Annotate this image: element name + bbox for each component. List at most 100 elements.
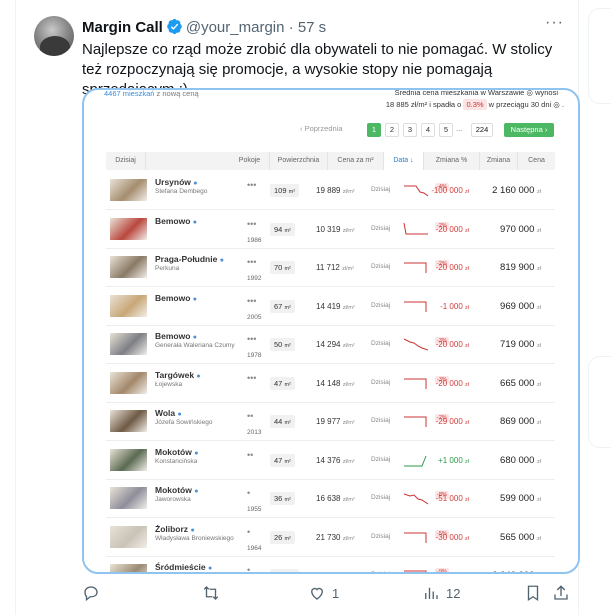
listing-area: 26 m² bbox=[270, 530, 295, 544]
column-header[interactable]: Powierzchnia bbox=[270, 152, 328, 170]
build-year: 1986 bbox=[247, 236, 262, 244]
listing-district[interactable]: Bemowo ● bbox=[155, 216, 197, 226]
listing-date: Dzisiaj bbox=[371, 301, 391, 309]
reply-button[interactable] bbox=[82, 584, 106, 602]
price-change: -20 000 zł bbox=[435, 263, 469, 272]
listing-thumbnail[interactable] bbox=[110, 256, 147, 278]
listing-thumbnail[interactable] bbox=[110, 294, 147, 317]
listing-district[interactable]: Bemowo ● bbox=[155, 331, 197, 341]
views-button[interactable]: 12 bbox=[422, 584, 460, 602]
listing-area: 50 m² bbox=[270, 338, 295, 351]
table-row[interactable]: Ursynów ● Stefana Dembego ••• 109 m² 19 889 … bbox=[106, 172, 555, 210]
previous-page-button[interactable]: ‹ Poprzednia bbox=[300, 124, 343, 133]
page-button[interactable]: 4 bbox=[421, 123, 435, 137]
table-row[interactable]: Mokotów ● Jaworowska • 1955 36 m² 16 638 zł/m… bbox=[106, 480, 555, 518]
timestamp[interactable]: 57 s bbox=[298, 19, 326, 36]
column-header[interactable]: Zmiana % bbox=[424, 152, 480, 170]
heart-icon bbox=[311, 587, 323, 600]
rooms-indicator: ••• bbox=[247, 218, 257, 229]
column-header[interactable]: Dzisiaj bbox=[106, 152, 146, 170]
share-icon bbox=[554, 585, 568, 600]
last-page-button[interactable]: 224 bbox=[471, 123, 493, 137]
views-chart-icon bbox=[425, 587, 438, 599]
table-row[interactable]: Bemowo ● Generała Waleriana Czumy ••• 1978 5… bbox=[106, 326, 555, 364]
price-per-sqm: 19 889 zł/m² bbox=[316, 186, 355, 195]
listing-district[interactable]: Śródmieście ● bbox=[155, 562, 212, 572]
avatar[interactable] bbox=[34, 16, 74, 56]
listing-date: Dzisiaj bbox=[371, 417, 391, 424]
listing-thumbnail[interactable] bbox=[110, 564, 147, 572]
listing-thumbnail[interactable] bbox=[110, 525, 147, 548]
page-button[interactable]: 5 bbox=[439, 123, 453, 137]
column-header[interactable]: Pokoje bbox=[230, 152, 270, 170]
listing-thumbnail[interactable] bbox=[110, 371, 147, 394]
like-button[interactable]: 1 bbox=[308, 584, 339, 602]
listing-district[interactable]: Wola ● bbox=[155, 408, 182, 418]
price-change: -29 000 zł bbox=[435, 417, 469, 426]
listing-street: Krzysztofa Kamila bbox=[155, 573, 235, 574]
listing-price: 970 000 zł bbox=[500, 223, 541, 235]
listing-date: Dzisiaj bbox=[371, 455, 391, 463]
listing-district[interactable]: Bemowo ● bbox=[155, 293, 197, 303]
price-per-sqm: 19 977 zł/m² bbox=[316, 417, 355, 426]
listing-district[interactable]: Targówek ● bbox=[155, 370, 201, 380]
sidebar-card[interactable] bbox=[588, 8, 611, 104]
column-header[interactable]: Cena bbox=[518, 152, 555, 170]
listing-date: Dzisiaj bbox=[371, 494, 391, 501]
table-row[interactable]: Praga-Południe ● Perkuna ••• 1992 70 m² 11 71… bbox=[106, 249, 555, 287]
next-page-button[interactable]: Następna › bbox=[504, 123, 554, 137]
more-options-icon[interactable]: ··· bbox=[545, 14, 564, 32]
tweet-media-image[interactable]: 4467 mieszkań z nową ceną Średnia cena m… bbox=[82, 88, 580, 574]
average-price-caption: Średnia cena mieszkania w Warszawie ◎ wy… bbox=[394, 88, 558, 97]
author-handle[interactable]: @your_margin bbox=[186, 19, 285, 36]
table-row[interactable]: Wola ● Józefa Sowińskiego •• 2013 44 m² 19 97… bbox=[106, 403, 555, 441]
retweet-button[interactable] bbox=[202, 584, 226, 602]
build-year: 2013 bbox=[247, 429, 262, 436]
rooms-indicator: • bbox=[247, 526, 251, 537]
listing-price: 6 640 000 zł bbox=[492, 570, 541, 572]
build-year: 1978 bbox=[247, 352, 262, 359]
build-year: 1955 bbox=[247, 506, 262, 513]
listing-district[interactable]: Mokotów ● bbox=[155, 447, 198, 457]
table-row[interactable]: Żoliborz ● Władysława Broniewskiego • 1964 2… bbox=[106, 519, 555, 557]
listing-street: Władysława Broniewskiego bbox=[155, 534, 234, 542]
listing-thumbnail[interactable] bbox=[110, 179, 147, 201]
tweet-actions: 1 12 bbox=[82, 584, 572, 606]
listing-date: Dzisiaj bbox=[371, 340, 391, 347]
column-header[interactable]: Cena za m² bbox=[328, 152, 384, 170]
tweet[interactable]: Margin Call @your_margin · 57 s ··· Najle… bbox=[16, 0, 580, 615]
listing-district[interactable]: Ursynów ● bbox=[155, 177, 198, 187]
rooms-indicator: • bbox=[247, 565, 251, 574]
listing-district[interactable]: Mokotów ● bbox=[155, 485, 198, 495]
listing-thumbnail[interactable] bbox=[110, 333, 147, 355]
bookmark-button[interactable] bbox=[524, 584, 542, 602]
listing-district[interactable]: Żoliborz ● bbox=[155, 524, 195, 534]
table-row[interactable]: Targówek ● Łojewska ••• 47 m² 14 148 zł/m² Dz… bbox=[106, 365, 555, 403]
column-header[interactable]: Zmiana bbox=[480, 152, 518, 170]
sidebar-card[interactable] bbox=[588, 356, 611, 448]
page-button[interactable]: 3 bbox=[403, 123, 417, 137]
listing-district[interactable]: Praga-Południe ● bbox=[155, 254, 224, 264]
verified-badge-icon bbox=[167, 18, 182, 35]
listing-price: 665 000 zł bbox=[500, 377, 541, 389]
share-button[interactable] bbox=[552, 584, 570, 602]
listing-date: Dzisiaj bbox=[371, 263, 391, 270]
author-name[interactable]: Margin Call bbox=[82, 19, 163, 36]
page-button[interactable]: 2 bbox=[385, 123, 399, 137]
column-header-sorted[interactable]: Data ↓ bbox=[384, 152, 424, 170]
listing-thumbnail[interactable] bbox=[110, 487, 147, 509]
listing-area: 36 m² bbox=[270, 492, 295, 505]
views-count: 12 bbox=[446, 585, 461, 601]
rooms-indicator: ••• bbox=[247, 372, 257, 383]
reply-icon bbox=[84, 586, 98, 602]
listing-thumbnail[interactable] bbox=[110, 217, 147, 240]
build-year: 2005 bbox=[247, 313, 262, 321]
table-row[interactable]: Bemowo ● ••• 1986 94 m² 10 319 zł/m² Dzisiaj -… bbox=[106, 211, 555, 249]
listing-thumbnail[interactable] bbox=[110, 448, 147, 471]
table-row[interactable]: Mokotów ● Konstancińska •• 47 m² 14 376 zł/m… bbox=[106, 442, 555, 480]
price-change: -20 000 zł bbox=[435, 224, 469, 234]
listing-thumbnail[interactable] bbox=[110, 410, 147, 432]
page-button[interactable]: 1 bbox=[367, 123, 381, 137]
table-row[interactable]: Bemowo ● ••• 2005 67 m² 14 419 zł/m² Dzisiaj -… bbox=[106, 288, 555, 326]
table-row[interactable]: Śródmieście ●Krzysztofa Kamila • 180 m² 36 … bbox=[106, 557, 555, 574]
